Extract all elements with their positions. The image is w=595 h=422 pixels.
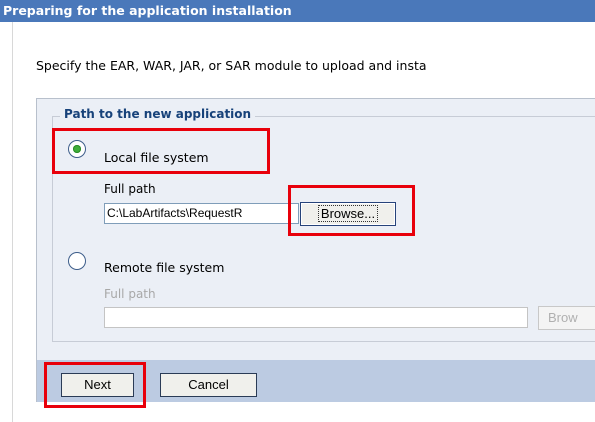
next-button[interactable]: Next [61,373,134,397]
remote-browse-button[interactable]: Brow [538,306,595,330]
radio-selected-dot [73,145,81,153]
browse-button[interactable]: Browse... [300,202,396,226]
remote-full-path-input[interactable] [104,307,528,328]
path-legend: Path to the new application [60,107,256,121]
cancel-button[interactable]: Cancel [160,373,257,397]
remote-file-system-label[interactable]: Remote file system [104,260,224,275]
remote-file-system-radio[interactable] [68,252,86,270]
local-file-system-label[interactable]: Local file system [104,150,209,165]
page-title: Preparing for the application installati… [0,0,595,22]
local-full-path-input[interactable]: C:\LabArtifacts\RequestR [104,203,299,224]
local-file-system-radio[interactable] [68,140,86,158]
local-full-path-label: Full path [104,182,156,196]
left-divider [12,22,13,422]
remote-full-path-label: Full path [104,287,156,301]
browse-button-label: Browse... [317,205,379,222]
instruction-text: Specify the EAR, WAR, JAR, or SAR module… [36,58,427,73]
